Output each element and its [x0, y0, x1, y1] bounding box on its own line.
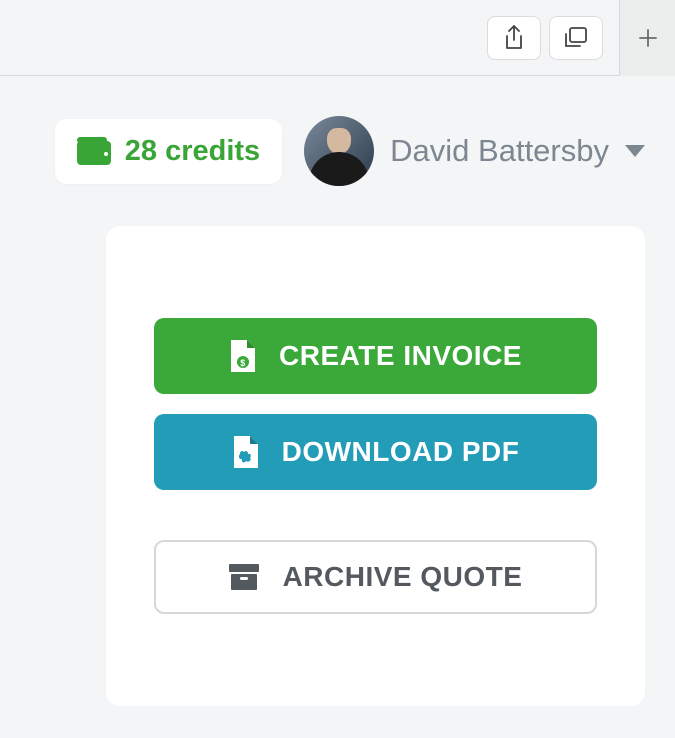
- credits-pill[interactable]: 28 credits: [55, 119, 282, 184]
- header-bar: 28 credits David Battersby: [0, 76, 675, 226]
- invoice-file-icon: $: [229, 340, 255, 372]
- content-area: 28 credits David Battersby $ CREAT: [0, 76, 675, 706]
- archive-quote-label: ARCHIVE QUOTE: [283, 561, 523, 593]
- user-name: David Battersby: [390, 133, 609, 169]
- wallet-icon: [77, 137, 111, 165]
- tabs-icon: [563, 26, 589, 50]
- archive-icon: [229, 564, 259, 590]
- svg-text:$: $: [240, 358, 246, 368]
- share-button[interactable]: [487, 16, 541, 60]
- create-invoice-label: CREATE INVOICE: [279, 340, 522, 372]
- pdf-file-icon: [232, 436, 258, 468]
- download-pdf-button[interactable]: DOWNLOAD PDF: [154, 414, 597, 490]
- share-icon: [502, 24, 526, 52]
- new-tab-button[interactable]: [619, 0, 675, 76]
- archive-quote-button[interactable]: ARCHIVE QUOTE: [154, 540, 597, 614]
- browser-chrome: [0, 0, 675, 76]
- tabs-button[interactable]: [549, 16, 603, 60]
- avatar: [304, 116, 374, 186]
- download-pdf-label: DOWNLOAD PDF: [282, 436, 520, 468]
- create-invoice-button[interactable]: $ CREATE INVOICE: [154, 318, 597, 394]
- chevron-down-icon: [625, 145, 645, 157]
- user-menu[interactable]: David Battersby: [304, 116, 645, 186]
- actions-card: $ CREATE INVOICE DOWNLOAD PDF: [106, 226, 645, 706]
- credits-label: 28 credits: [125, 135, 260, 168]
- plus-icon: [637, 27, 659, 49]
